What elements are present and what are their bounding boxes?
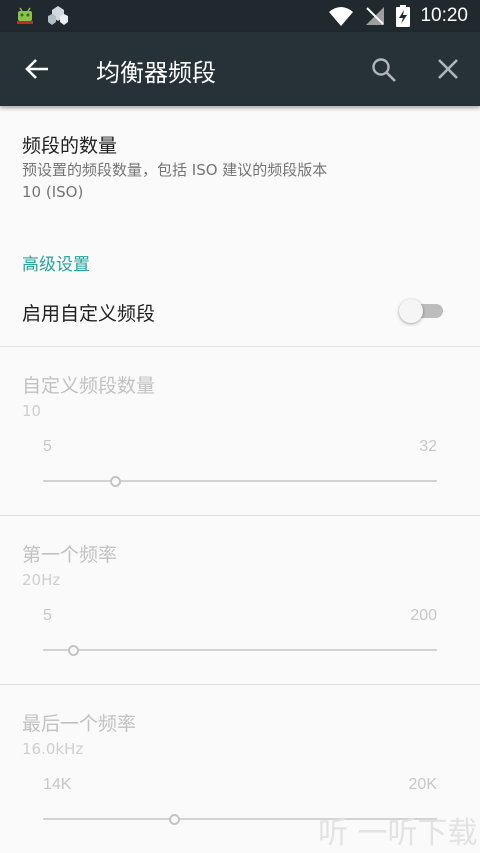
- switch-knob: [399, 299, 423, 323]
- bands-summary-line2: 10 (ISO): [22, 183, 84, 201]
- first-frequency-title: 第一个频率: [22, 544, 118, 566]
- custom-bands-label: 启用自定义频段: [22, 303, 156, 325]
- bands-summary-line1: 预设置的频段数量，包括 ISO 建议的频段版本: [22, 161, 328, 179]
- first-frequency-max: 200: [410, 607, 437, 624]
- first-frequency-track: [43, 649, 437, 651]
- custom-band-count-value: 10: [22, 402, 42, 420]
- app-notification-icon: [48, 6, 68, 25]
- custom-band-count-track: [43, 480, 437, 482]
- first-frequency-min: 5: [43, 607, 52, 624]
- status-bar: 10:20: [0, 0, 480, 32]
- search-icon[interactable]: [371, 57, 397, 83]
- wifi-icon: [329, 7, 354, 26]
- no-signal-icon: [366, 7, 385, 25]
- last-frequency-thumb: [168, 813, 180, 825]
- last-frequency-value: 16.0kHz: [22, 740, 84, 758]
- clock: 10:20: [420, 5, 468, 26]
- battery-charging-icon: [396, 5, 411, 27]
- last-frequency-min: 14K: [43, 776, 72, 793]
- custom-band-count-min: 5: [43, 438, 52, 455]
- bands-title: 频段的数量: [22, 135, 118, 157]
- custom-band-count-max: 32: [419, 438, 437, 455]
- page-title: 均衡器频段: [96, 59, 216, 87]
- last-frequency-max: 20K: [408, 776, 437, 793]
- custom-bands-switch[interactable]: [399, 299, 445, 323]
- watermark: 听 一听下载: [318, 816, 478, 851]
- last-frequency-title: 最后一个频率: [22, 713, 137, 735]
- advanced-settings-header: 高级设置: [22, 255, 90, 275]
- divider: [0, 515, 480, 516]
- close-icon[interactable]: [436, 57, 460, 81]
- first-frequency-value: 20Hz: [22, 571, 61, 589]
- android-debug-icon: [17, 7, 33, 24]
- app-bar: 均衡器频段: [0, 32, 480, 106]
- custom-band-count-thumb: [110, 475, 122, 487]
- custom-band-count-title: 自定义频段数量: [22, 375, 156, 397]
- divider: [0, 346, 480, 347]
- divider: [0, 684, 480, 685]
- first-frequency-thumb: [67, 644, 79, 656]
- back-arrow-icon[interactable]: [24, 57, 50, 81]
